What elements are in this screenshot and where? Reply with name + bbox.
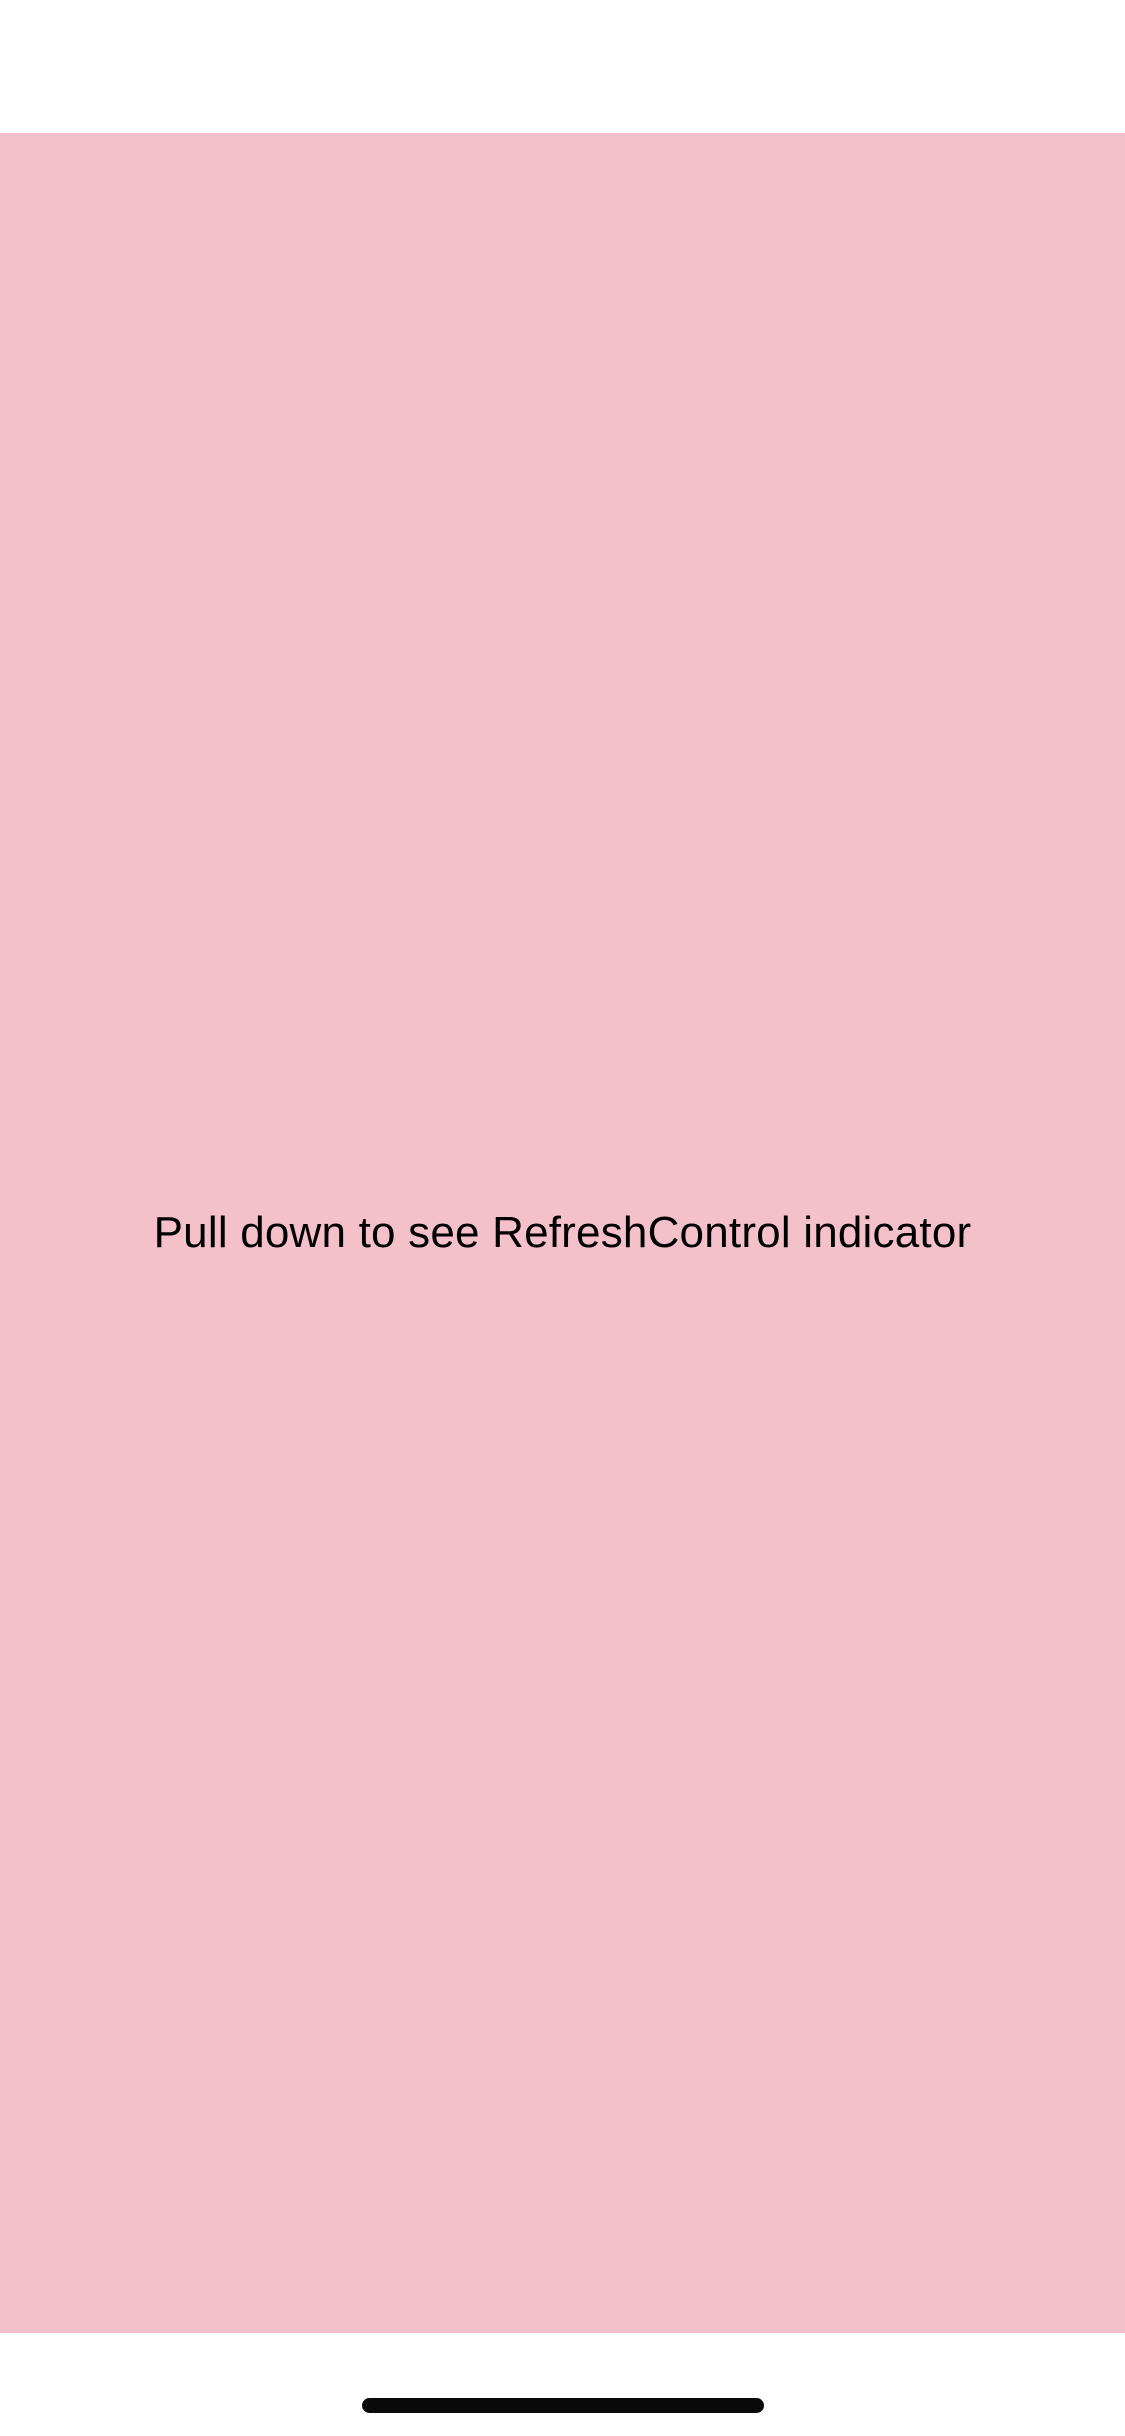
refresh-scroll-view[interactable]: Pull down to see RefreshControl indicato… [0, 133, 1125, 2333]
status-bar-area [0, 0, 1125, 133]
pull-to-refresh-message: Pull down to see RefreshControl indicato… [153, 1208, 972, 1257]
bottom-safe-area [0, 2333, 1125, 2436]
home-indicator[interactable] [362, 2398, 764, 2413]
app-screen: Pull down to see RefreshControl indicato… [0, 0, 1125, 2436]
